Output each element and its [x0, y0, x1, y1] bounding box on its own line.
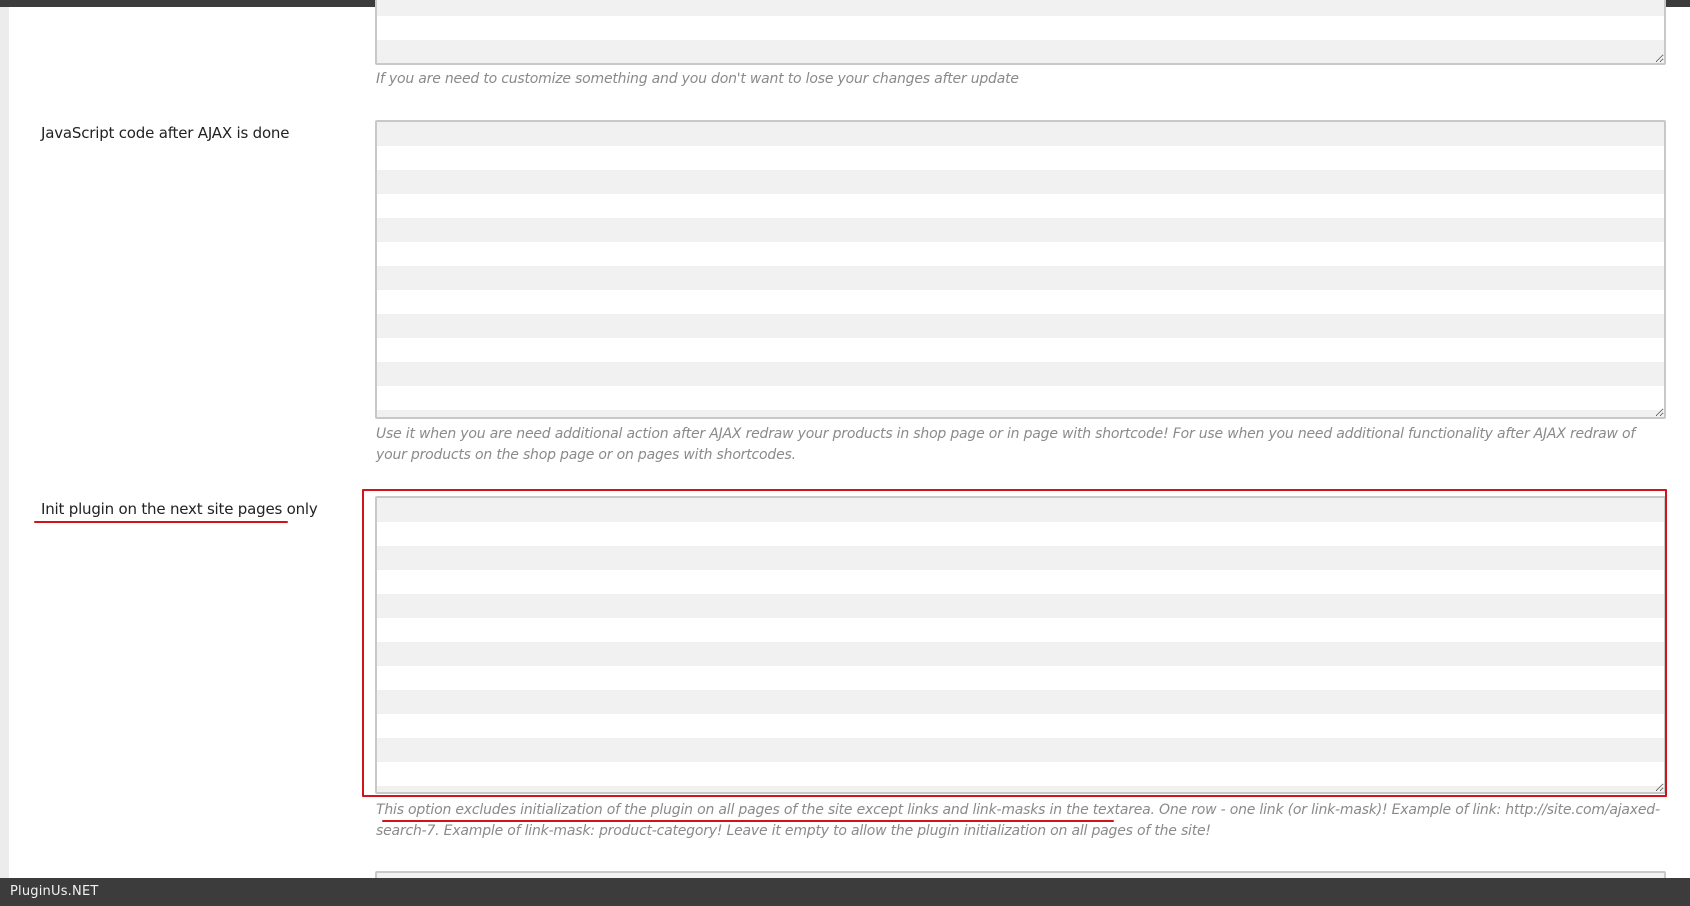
label-annotation-underline: [34, 521, 288, 523]
js-after-ajax-description: Use it when you are need additional acti…: [376, 426, 1636, 463]
description-annotation-underline: [382, 820, 1114, 822]
footer-brand[interactable]: PluginUs.NET: [10, 884, 99, 899]
admin-sidebar-edge: [0, 7, 9, 878]
js-after-ajax-label: JavaScript code after AJAX is done: [41, 124, 290, 142]
footer-bar: PluginUs.NET: [0, 878, 1690, 906]
js-after-ajax-textarea[interactable]: [375, 120, 1666, 419]
custom-css-textarea[interactable]: [375, 0, 1666, 65]
init-pages-label: Init plugin on the next site pages only: [41, 500, 318, 518]
init-pages-textarea[interactable]: [375, 496, 1666, 794]
custom-css-description: If you are need to customize something a…: [376, 71, 1019, 87]
